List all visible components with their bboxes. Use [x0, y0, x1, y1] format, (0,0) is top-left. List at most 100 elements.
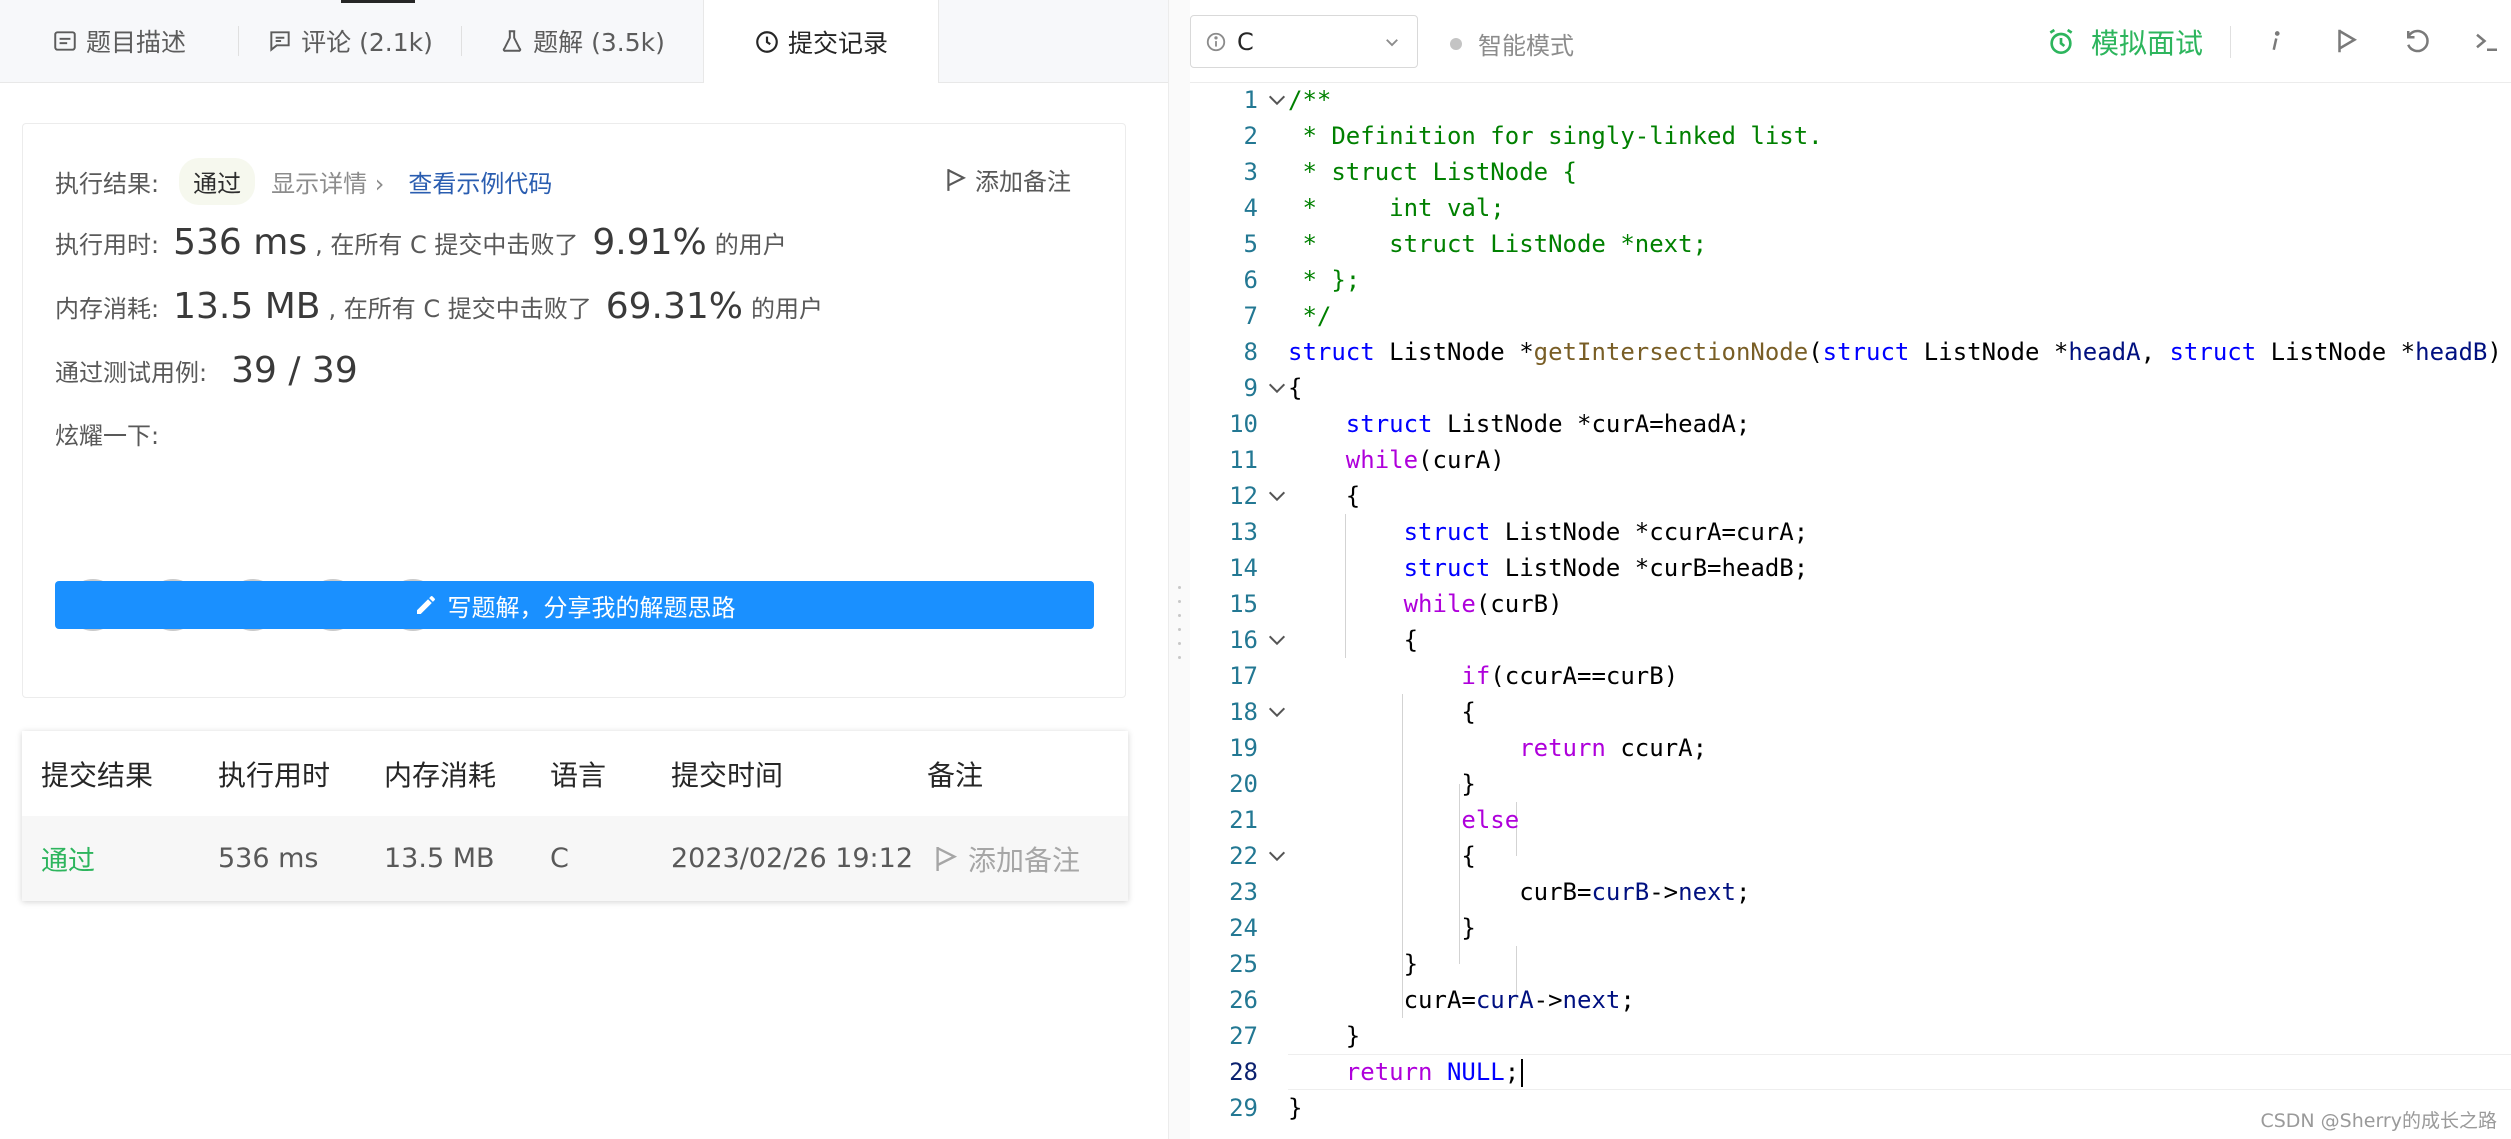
table-row[interactable]: 通过 536 ms 13.5 MB C 2023/02/26 19:12 添加备…	[22, 816, 1128, 901]
info-italic-icon[interactable]	[2258, 24, 2292, 58]
code-line: }	[1288, 1022, 1361, 1050]
runtime-row: 执行用时: 536 ms , 在所有 C 提交中击败了 9.91% 的用户	[55, 222, 787, 263]
flag-icon	[936, 846, 958, 871]
sample-code-link[interactable]: 查看示例代码	[408, 164, 552, 199]
grip-dot	[1178, 642, 1181, 645]
row-add-note-label: 添加备注	[968, 843, 1081, 877]
fold-chevron-icon[interactable]	[1266, 701, 1288, 723]
status-badge: 通过	[179, 158, 256, 205]
line-number: 26	[1229, 986, 1258, 1014]
fold-chevron-icon[interactable]	[1266, 845, 1288, 867]
code-line: * Definition for singly-linked list.	[1288, 122, 1823, 150]
line-number: 17	[1229, 662, 1258, 690]
line-number: 25	[1229, 950, 1258, 978]
language-value: C	[1237, 27, 1254, 56]
share-label: 炫耀一下:	[55, 422, 160, 450]
reset-icon[interactable]	[2400, 24, 2434, 58]
line-number: 5	[1243, 230, 1258, 258]
line-number: 3	[1243, 158, 1258, 186]
fold-chevron-icon[interactable]	[1266, 89, 1288, 111]
share-row: 炫耀一下:	[55, 416, 159, 451]
panel-splitter[interactable]	[1168, 0, 1192, 1139]
memory-label: 内存消耗:	[55, 295, 160, 323]
tab-submissions-label: 提交记录	[787, 28, 888, 58]
tests-row: 通过测试用例: 39 / 39	[55, 350, 366, 391]
flag-icon	[947, 168, 967, 191]
mock-interview-button[interactable]: 模拟面试	[2045, 22, 2203, 62]
editor-panel: C 智能模式 模拟面试 1 2 3 4 5 6 7 8 9 10 11 12 1…	[1190, 0, 2511, 1139]
line-number: 20	[1229, 770, 1258, 798]
grip-dot	[1178, 586, 1181, 589]
row-add-note-button[interactable]: 添加备注	[934, 816, 1080, 901]
code-line: {	[1288, 842, 1476, 870]
code-line: }	[1288, 770, 1476, 798]
clock-icon	[756, 30, 778, 53]
line-number: 6	[1243, 266, 1258, 294]
code-line: * };	[1288, 266, 1361, 294]
tab-comments[interactable]: 评论 (2.1k)	[239, 0, 461, 82]
description-icon	[54, 31, 76, 51]
flask-icon	[502, 30, 522, 52]
write-solution-label: 写题解，分享我的解题思路	[447, 593, 736, 622]
tab-description[interactable]: 题目描述	[0, 0, 238, 82]
add-note-button[interactable]: 添加备注	[945, 162, 1071, 197]
language-select[interactable]: C	[1190, 15, 1418, 68]
result-label: 执行结果:	[55, 170, 160, 198]
code-line: curA=curA->next;	[1288, 986, 1635, 1014]
line-number: 29	[1229, 1094, 1258, 1122]
runtime-percent: 9.91%	[592, 222, 707, 263]
smart-mode-toggle[interactable]: 智能模式	[1450, 26, 1574, 61]
tab-bar: 题目描述 评论 (2.1k) 题解 (3.5k) 提交记录	[0, 0, 1168, 83]
code-line: struct ListNode *ccurA=curA;	[1403, 518, 1809, 546]
chevron-down-icon	[1386, 39, 1398, 47]
write-solution-button[interactable]: 写题解，分享我的解题思路	[55, 581, 1094, 629]
memory-suffix: 的用户	[751, 295, 824, 323]
fold-chevron-icon[interactable]	[1266, 485, 1288, 507]
code-line: struct ListNode *curA=headA;	[1345, 410, 1751, 438]
tab-description-label: 题目描述	[85, 28, 186, 57]
line-number: 4	[1243, 194, 1258, 222]
row-result[interactable]: 通过	[41, 816, 95, 901]
memory-row: 内存消耗: 13.5 MB , 在所有 C 提交中击败了 69.31% 的用户	[55, 286, 823, 327]
line-number: 24	[1229, 914, 1258, 942]
code-line: struct ListNode *curB=headB;	[1403, 554, 1809, 582]
fold-chevron-icon[interactable]	[1266, 377, 1288, 399]
code-editor[interactable]: 1 2 3 4 5 6 7 8 9 10 11 12 13 14 15 16 1…	[1190, 82, 2511, 1139]
line-number: 1	[1243, 86, 1258, 114]
tab-submissions[interactable]: 提交记录	[703, 0, 939, 83]
code-line: }	[1288, 950, 1419, 978]
run-icon[interactable]	[2330, 24, 2364, 58]
console-icon[interactable]	[2470, 24, 2504, 58]
submissions-table: 提交结果 执行用时 内存消耗 语言 提交时间 备注 通过 536 ms 13.5…	[22, 731, 1128, 901]
header-time: 提交时间	[671, 758, 784, 792]
line-number: 18	[1229, 698, 1258, 726]
info-icon	[1206, 32, 1226, 51]
tests-label: 通过测试用例:	[55, 359, 208, 387]
comment-icon	[270, 31, 290, 52]
runtime-suffix: 的用户	[714, 231, 787, 259]
code-line: * struct ListNode {	[1288, 158, 1577, 186]
grip-dot	[1178, 628, 1181, 631]
row-memory: 13.5 MB	[384, 843, 495, 874]
code-line: return NULL;	[1288, 1054, 1524, 1090]
grip-dot	[1178, 600, 1181, 603]
memory-percent: 69.31%	[605, 286, 744, 327]
add-note-label: 添加备注	[975, 168, 1071, 196]
code-line: * int val;	[1288, 194, 1505, 222]
code-line: }	[1288, 914, 1476, 942]
mock-interview-label: 模拟面试	[2091, 27, 2204, 60]
line-number: 27	[1229, 1022, 1258, 1050]
code-line: /**	[1288, 86, 1332, 114]
fold-chevron-icon[interactable]	[1266, 629, 1288, 651]
tab-solutions[interactable]: 题解 (3.5k)	[462, 0, 702, 82]
code-line: curB=curB->next;	[1288, 878, 1751, 906]
header-language: 语言	[550, 758, 607, 792]
row-runtime: 536 ms	[218, 843, 319, 874]
line-number: 16	[1229, 626, 1258, 654]
runtime-text: , 在所有 C 提交中击败了	[315, 231, 579, 259]
line-number: 11	[1229, 446, 1258, 474]
line-number: 14	[1229, 554, 1258, 582]
show-details-link[interactable]: 显示详情 ›	[271, 164, 384, 199]
editor-toolbar: C 智能模式 模拟面试	[1190, 0, 2511, 83]
tab-solutions-label: 题解 (3.5k)	[533, 28, 665, 57]
